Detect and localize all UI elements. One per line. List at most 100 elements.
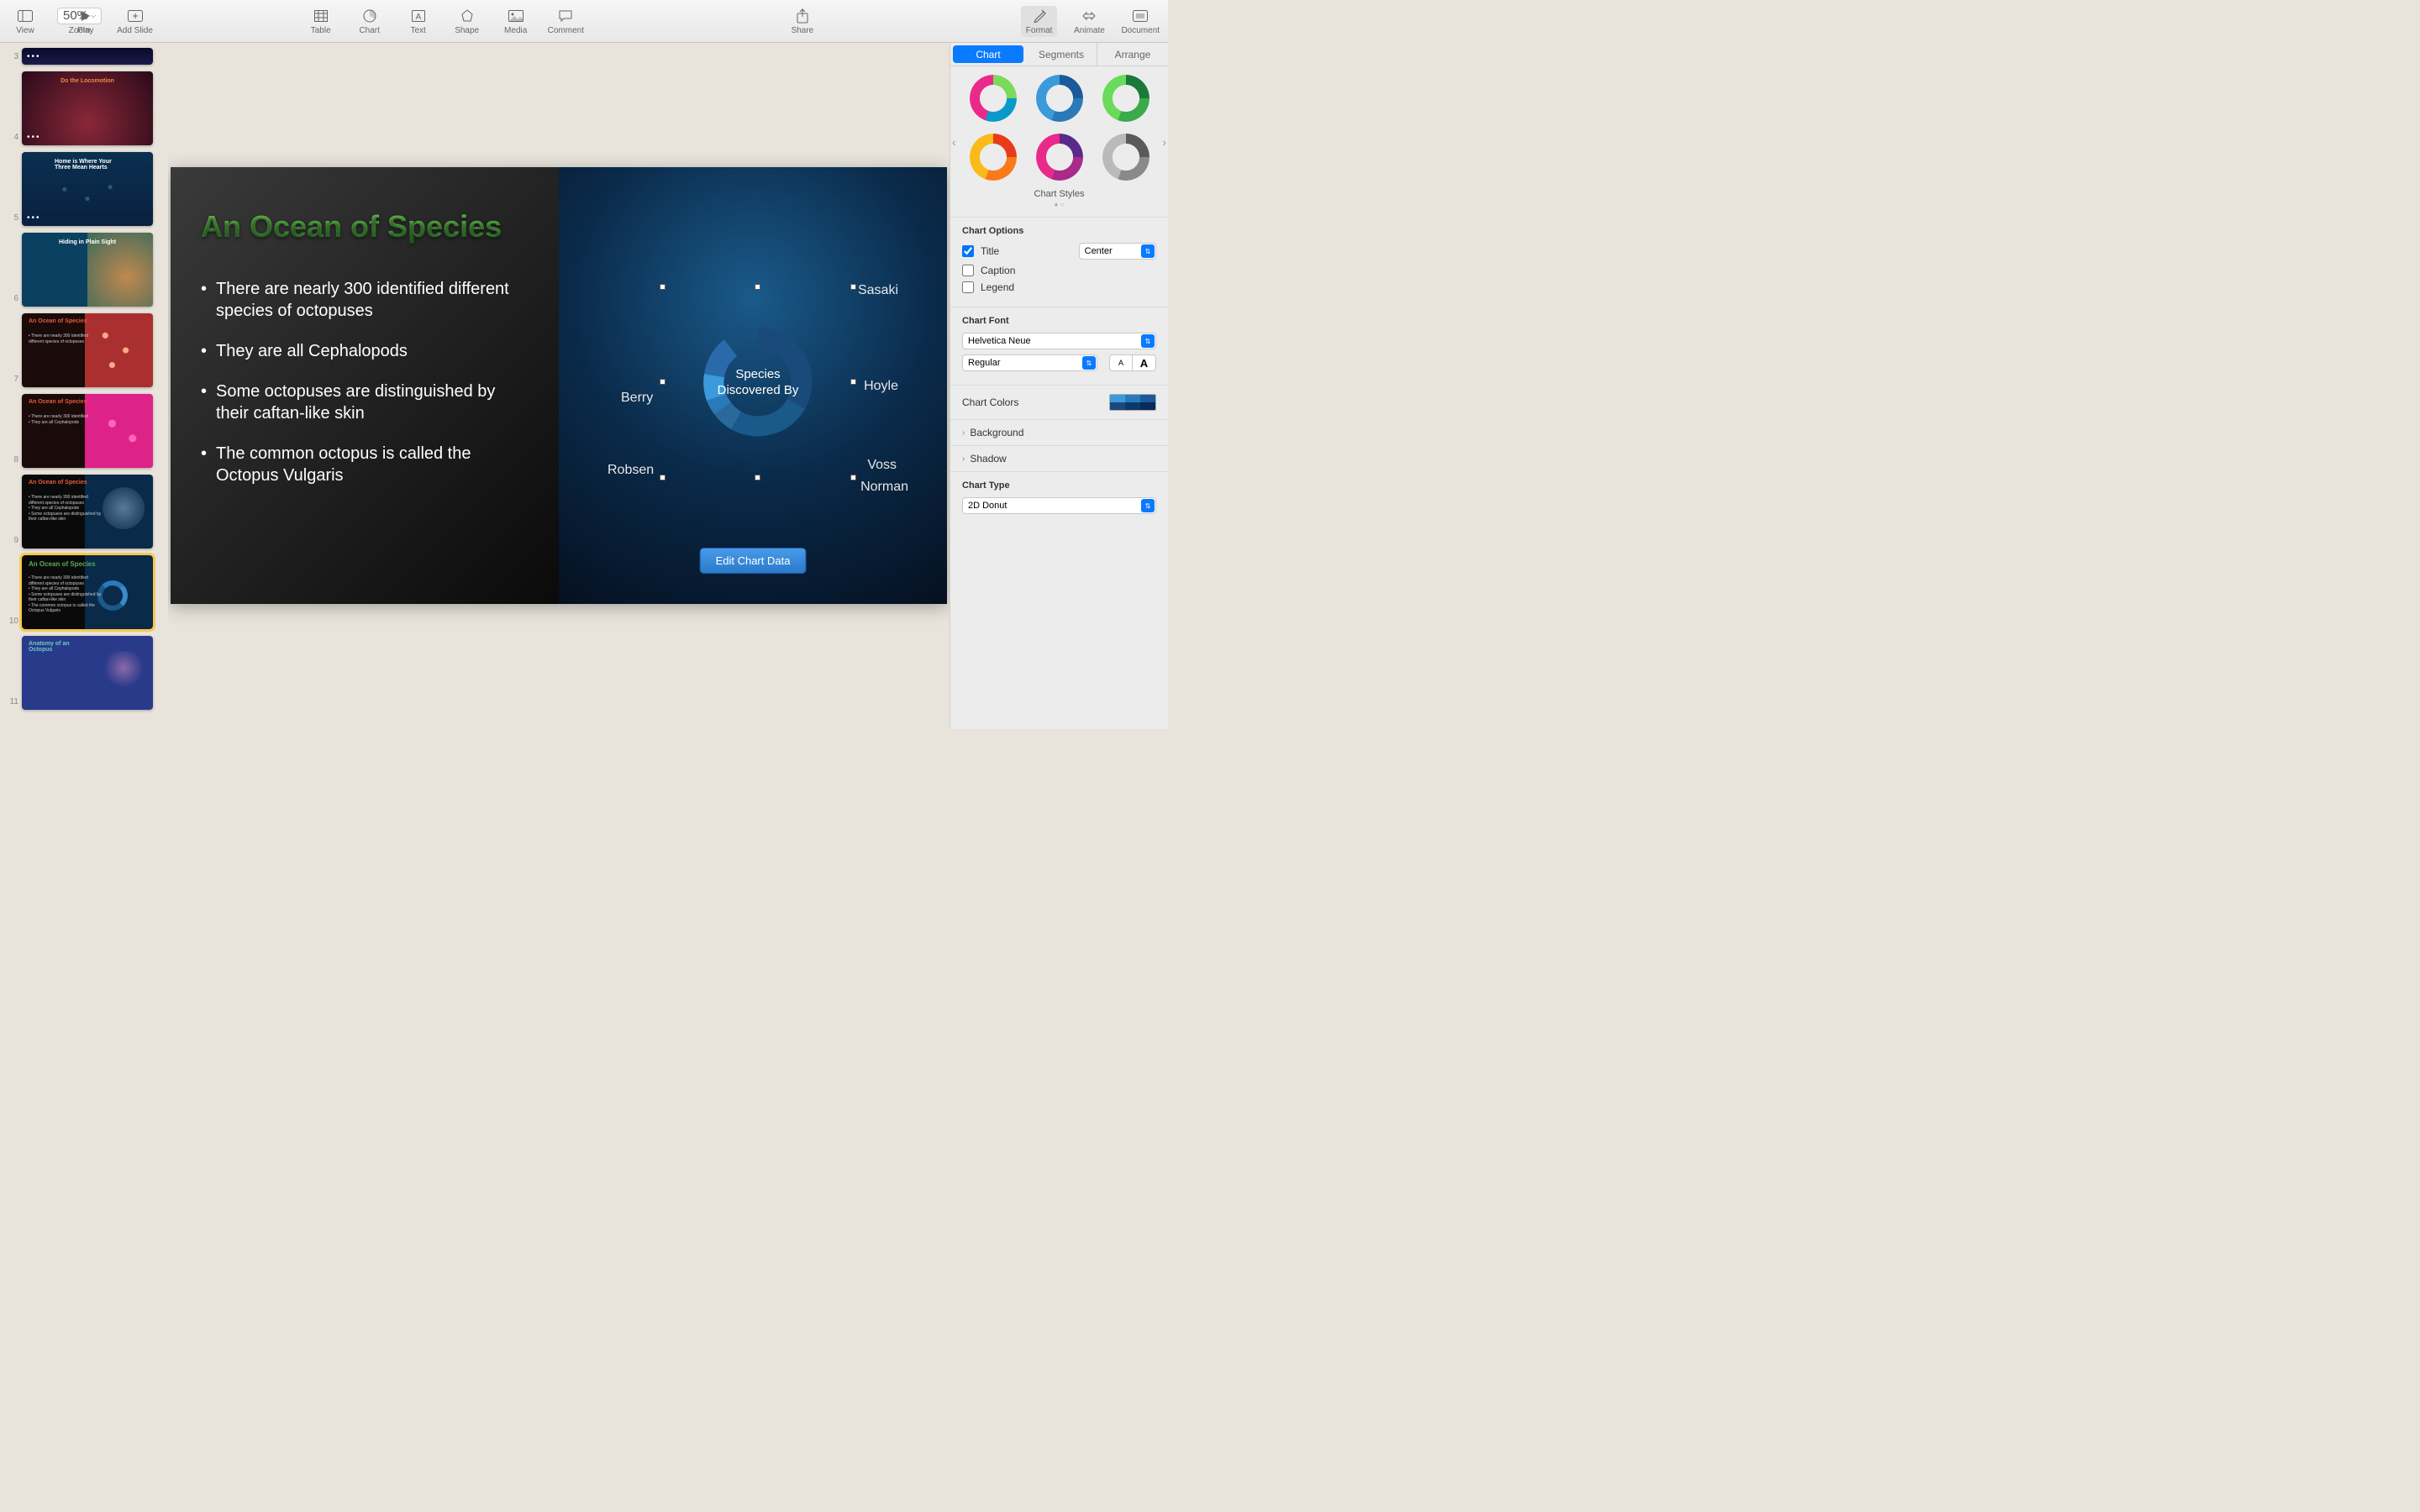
chart-label-hoyle: Hoyle — [864, 379, 898, 394]
nav-slide-8[interactable]: 8 An Ocean of Species • There are nearly… — [3, 394, 165, 468]
slide-thumbnail[interactable]: ••• — [22, 48, 153, 65]
title-label: Title — [981, 245, 999, 257]
chart-options-title: Chart Options — [962, 226, 1156, 236]
legend-label: Legend — [981, 281, 1014, 293]
nav-slide-7[interactable]: 7 An Ocean of Species • There are nearly… — [3, 313, 165, 387]
slide-bullets[interactable]: There are nearly 300 identified differen… — [201, 278, 529, 486]
has-notes-icon: ••• — [27, 133, 41, 142]
selection-handle[interactable] — [660, 379, 666, 385]
styles-next-button[interactable]: › — [1162, 135, 1166, 149]
chart-colors-button[interactable] — [1109, 394, 1156, 411]
view-button[interactable]: View — [8, 8, 42, 35]
bullet-item: They are all Cephalopods — [201, 340, 529, 362]
edit-chart-data-button[interactable]: Edit Chart Data — [700, 548, 807, 574]
title-checkbox[interactable] — [962, 245, 974, 257]
has-notes-icon: ••• — [27, 52, 41, 61]
slide-canvas[interactable]: An Ocean of Species There are nearly 300… — [168, 43, 950, 729]
chart-type-select[interactable]: 2D Donut ⇅ — [962, 497, 1156, 514]
document-button[interactable]: Document — [1121, 8, 1160, 35]
chart-styles-label: Chart Styles — [959, 189, 1160, 199]
caption-checkbox[interactable] — [962, 265, 974, 276]
styles-prev-button[interactable]: ‹ — [952, 135, 956, 149]
background-disclosure[interactable]: › Background — [950, 419, 1168, 445]
slide-thumbnail[interactable]: Anatomy of an Octopus — [22, 636, 153, 710]
chart-style-option[interactable] — [970, 75, 1017, 122]
shadow-disclosure[interactable]: › Shadow — [950, 445, 1168, 471]
slide-thumbnail[interactable]: Hiding in Plain Sight — [22, 233, 153, 307]
nav-slide-6[interactable]: 6 Hiding in Plain Sight — [3, 233, 165, 307]
styles-page-dots: ● ○ — [959, 201, 1160, 208]
svg-text:A: A — [415, 13, 421, 22]
add-slide-button[interactable]: Add Slide — [117, 8, 153, 35]
slide-thumbnail[interactable]: An Ocean of Species • There are nearly 3… — [22, 475, 153, 549]
font-style-select[interactable]: Regular ⇅ — [962, 354, 1097, 371]
chart-style-option[interactable] — [970, 134, 1017, 181]
chart-icon — [363, 8, 376, 24]
slide-thumbnail[interactable]: An Ocean of Species • There are nearly 3… — [22, 313, 153, 387]
view-icon — [18, 8, 33, 24]
slide-navigator[interactable]: 3 ••• 4 Do the Locomotion ••• 5 Home is … — [0, 43, 168, 729]
font-family-select[interactable]: Helvetica Neue ⇅ — [962, 333, 1156, 349]
slide-body-right: Species Discovered By Sasaki Hoyle Voss … — [559, 167, 947, 604]
animate-button[interactable]: Animate — [1072, 8, 1106, 35]
main-area: 3 ••• 4 Do the Locomotion ••• 5 Home is … — [0, 43, 1168, 729]
chart-colors-label: Chart Colors — [962, 396, 1018, 408]
nav-slide-9[interactable]: 9 An Ocean of Species • There are nearly… — [3, 475, 165, 549]
text-button[interactable]: A Text — [402, 8, 435, 35]
chart-type-title: Chart Type — [962, 480, 1156, 491]
select-arrows-icon: ⇅ — [1141, 499, 1155, 512]
slide-title[interactable]: An Ocean of Species — [201, 209, 529, 244]
tab-chart[interactable]: Chart — [953, 45, 1023, 63]
media-button[interactable]: Media — [499, 8, 533, 35]
selection-handle[interactable] — [850, 379, 856, 385]
slide-thumbnail[interactable]: Do the Locomotion ••• — [22, 71, 153, 145]
bullet-item: Some octopuses are distinguished by thei… — [201, 381, 529, 424]
table-button[interactable]: Table — [304, 8, 338, 35]
play-button[interactable]: Play — [69, 8, 103, 35]
shape-icon — [460, 8, 474, 24]
chart-selection[interactable]: Species Discovered By — [663, 287, 853, 477]
nav-slide-3[interactable]: 3 ••• — [3, 48, 165, 65]
selection-handle[interactable] — [850, 475, 856, 480]
legend-checkbox[interactable] — [962, 281, 974, 293]
nav-slide-5[interactable]: 5 Home is Where Your Three Mean Hearts •… — [3, 152, 165, 226]
animate-icon — [1081, 8, 1097, 24]
format-button[interactable]: Format — [1021, 6, 1058, 37]
selection-handle[interactable] — [755, 475, 760, 480]
chevron-right-icon: › — [962, 428, 965, 438]
selection-handle[interactable] — [660, 284, 666, 290]
nav-slide-4[interactable]: 4 Do the Locomotion ••• — [3, 71, 165, 145]
selection-handle[interactable] — [850, 284, 856, 290]
shape-button[interactable]: Shape — [450, 8, 484, 35]
chart-style-option[interactable] — [1102, 134, 1150, 181]
chart-style-option[interactable] — [1102, 75, 1150, 122]
chart-style-option[interactable] — [1036, 75, 1083, 122]
chart-button[interactable]: Chart — [353, 8, 387, 35]
slide: An Ocean of Species There are nearly 300… — [171, 167, 947, 604]
title-align-select[interactable]: Center ⇅ — [1079, 243, 1156, 260]
tab-segments[interactable]: Segments — [1026, 43, 1097, 66]
tab-arrange[interactable]: Arrange — [1097, 43, 1168, 66]
slide-thumbnail[interactable]: Home is Where Your Three Mean Hearts ••• — [22, 152, 153, 226]
font-larger-button[interactable]: A — [1133, 354, 1156, 371]
select-arrows-icon: ⇅ — [1141, 334, 1155, 348]
chart-style-option[interactable] — [1036, 134, 1083, 181]
comment-button[interactable]: Comment — [548, 8, 584, 35]
slide-thumbnail[interactable]: An Ocean of Species • There are nearly 3… — [22, 394, 153, 468]
selection-handle[interactable] — [660, 475, 666, 480]
comment-icon — [559, 8, 572, 24]
selection-handle[interactable] — [755, 284, 760, 290]
slide-thumbnail[interactable]: An Ocean of Species • There are nearly 3… — [22, 555, 153, 629]
select-arrows-icon: ⇅ — [1082, 356, 1096, 370]
chart-label-sasaki: Sasaki — [858, 283, 898, 298]
share-button[interactable]: Share — [786, 8, 819, 35]
chart-styles-section: ‹ › Chart Styles ● ○ — [950, 66, 1168, 217]
text-icon: A — [412, 8, 425, 24]
nav-slide-10[interactable]: 10 An Ocean of Species • There are nearl… — [3, 555, 165, 629]
chart-label-voss: Voss — [867, 458, 897, 473]
nav-slide-11[interactable]: 11 Anatomy of an Octopus — [3, 636, 165, 710]
chevron-right-icon: › — [962, 454, 965, 464]
donut-chart[interactable]: Species Discovered By — [697, 321, 819, 444]
font-smaller-button[interactable]: A — [1109, 354, 1133, 371]
format-inspector: Chart Segments Arrange ‹ › Chart Styles … — [950, 43, 1168, 729]
